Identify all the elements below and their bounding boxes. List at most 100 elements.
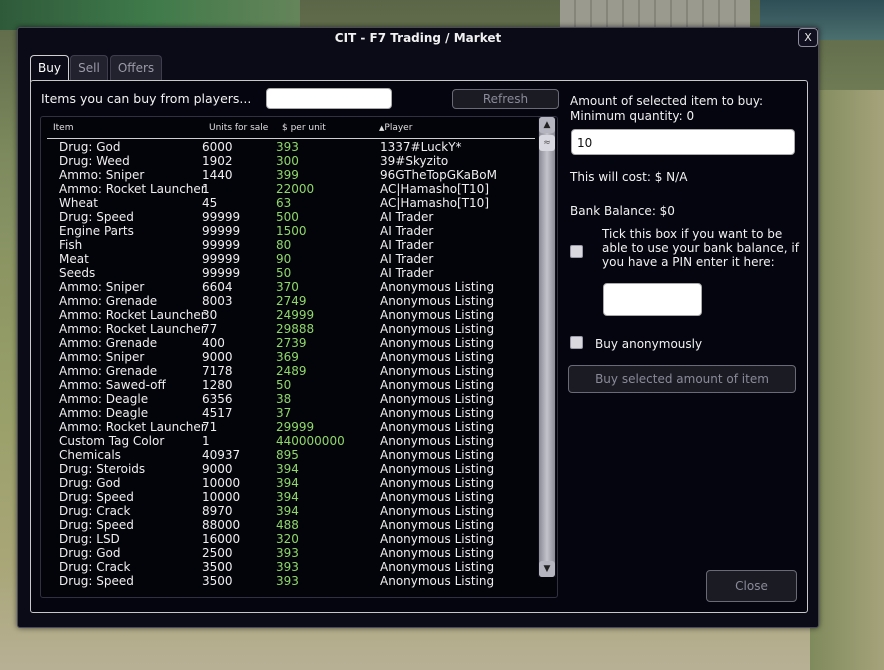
table-row[interactable]: Drug: Speed 88000 488 Anonymous Listing: [41, 518, 541, 532]
table-row[interactable]: Ammo: Rocket Launcher 71 29999 Anonymous Li…: [41, 420, 541, 434]
table-row[interactable]: Drug: Speed 3500 393 Anonymous Listing: [41, 574, 541, 588]
cell-item: Drug: Crack: [59, 504, 131, 518]
cell-units: 10000: [202, 476, 241, 490]
list-scrollbar[interactable]: ▲ ≈ ▼: [538, 117, 556, 577]
column-header-price[interactable]: $ per unit: [282, 123, 326, 133]
amount-label: Amount of selected item to buy:: [570, 94, 764, 108]
cell-units: 10000: [202, 490, 241, 504]
scroll-up-icon[interactable]: ▲: [539, 117, 555, 133]
table-row[interactable]: Ammo: Grenade 400 2739 Anonymous Listing: [41, 336, 541, 350]
table-row[interactable]: Wheat 45 63 AC|Hamasho[T10]: [41, 196, 541, 210]
table-rows: Drug: God 6000 393 1337#LuckY* Drug: Weed 190…: [41, 140, 541, 588]
scroll-down-icon[interactable]: ▼: [539, 561, 555, 577]
table-row[interactable]: Engine Parts 99999 1500 AI Trader: [41, 224, 541, 238]
cell-item: Ammo: Sniper: [59, 280, 145, 294]
cell-price: 22000: [276, 182, 315, 196]
cell-units: 40937: [202, 448, 241, 462]
close-button[interactable]: Close: [706, 570, 797, 602]
cell-units: 1: [202, 182, 210, 196]
cell-item: Ammo: Deagle: [59, 406, 149, 420]
column-header-units[interactable]: Units for sale: [209, 123, 268, 133]
table-row[interactable]: Ammo: Grenade 8003 2749 Anonymous Listing: [41, 294, 541, 308]
table-row[interactable]: Drug: Speed 10000 394 Anonymous Listing: [41, 490, 541, 504]
cell-item: Drug: Speed: [59, 210, 134, 224]
cell-player: Anonymous Listing: [380, 546, 495, 560]
cell-player: AI Trader: [380, 238, 434, 252]
cell-player: AI Trader: [380, 252, 434, 266]
table-row[interactable]: Ammo: Sniper 6604 370 Anonymous Listing: [41, 280, 541, 294]
table-row[interactable]: Ammo: Deagle 6356 38 Anonymous Listing: [41, 392, 541, 406]
cell-item: Ammo: Rocket Launcher H: [59, 322, 209, 336]
column-header-item[interactable]: Item: [53, 123, 74, 133]
cell-price: 394: [276, 462, 299, 476]
cell-units: 99999: [202, 224, 241, 238]
cell-player: Anonymous Listing: [380, 448, 495, 462]
cell-player: Anonymous Listing: [380, 364, 495, 378]
cell-price: 90: [276, 252, 292, 266]
tab-sell[interactable]: Sell: [70, 55, 108, 80]
cell-player: Anonymous Listing: [380, 280, 495, 294]
table-row[interactable]: Ammo: Grenade 7178 2489 Anonymous Listing: [41, 364, 541, 378]
refresh-button[interactable]: Refresh: [452, 89, 559, 109]
table-row[interactable]: Drug: God 2500 393 Anonymous Listing: [41, 546, 541, 560]
cell-player: AI Trader: [380, 224, 434, 238]
table-row[interactable]: Ammo: Sawed-off 1280 50 Anonymous Listing: [41, 378, 541, 392]
table-row[interactable]: Drug: Crack 8970 394 Anonymous Listing: [41, 504, 541, 518]
cell-item: Wheat: [59, 196, 98, 210]
header-divider: [47, 138, 535, 139]
cell-item: Ammo: Grenade: [59, 364, 158, 378]
tab-buy[interactable]: Buy: [30, 55, 69, 82]
cell-price: 394: [276, 476, 299, 490]
table-row[interactable]: Chemicals 40937 895 Anonymous Listing: [41, 448, 541, 462]
background-shore: [810, 90, 884, 670]
cell-player: Anonymous Listing: [380, 490, 495, 504]
table-row[interactable]: Seeds 99999 50 AI Trader: [41, 266, 541, 280]
cell-units: 99999: [202, 266, 241, 280]
table-row[interactable]: Drug: Weed 1902 300 39#Skyzito: [41, 154, 541, 168]
table-row[interactable]: Ammo: Rocket Launcher 1 22000 AC|Hamasho[T1…: [41, 182, 541, 196]
table-row[interactable]: Meat 99999 90 AI Trader: [41, 252, 541, 266]
cell-item: Drug: God: [59, 140, 121, 154]
table-row[interactable]: Custom Tag Color 1 440000000 Anonymous List…: [41, 434, 541, 448]
cell-player: Anonymous Listing: [380, 308, 495, 322]
cell-item: Ammo: Grenade: [59, 294, 158, 308]
tab-offers[interactable]: Offers: [110, 55, 162, 80]
cell-price: 440000000: [276, 434, 345, 448]
background-dock: [560, 0, 750, 28]
cell-item: Drug: Speed: [59, 490, 134, 504]
market-window: CIT - F7 Trading / Market X Buy Sell Off…: [17, 27, 819, 628]
table-row[interactable]: Drug: LSD 16000 320 Anonymous Listing: [41, 532, 541, 546]
scrollbar-thumb[interactable]: ≈: [539, 135, 555, 151]
cell-units: 1440: [202, 168, 233, 182]
table-row[interactable]: Drug: Speed 99999 500 AI Trader: [41, 210, 541, 224]
buy-anonymously-checkbox[interactable]: [570, 336, 583, 349]
table-row[interactable]: Drug: God 6000 393 1337#LuckY*: [41, 140, 541, 154]
cell-item: Ammo: Grenade: [59, 336, 158, 350]
table-row[interactable]: Ammo: Deagle 4517 37 Anonymous Listing: [41, 406, 541, 420]
table-row[interactable]: Ammo: Sniper 9000 369 Anonymous Listing: [41, 350, 541, 364]
table-row[interactable]: Drug: Crack 3500 393 Anonymous Listing: [41, 560, 541, 574]
search-input[interactable]: [266, 88, 392, 109]
close-icon[interactable]: X: [798, 28, 818, 47]
cell-player: Anonymous Listing: [380, 434, 495, 448]
scrollbar-track[interactable]: [539, 117, 555, 577]
cell-player: Anonymous Listing: [380, 294, 495, 308]
amount-input[interactable]: 10: [571, 129, 795, 155]
table-row[interactable]: Drug: God 10000 394 Anonymous Listing: [41, 476, 541, 490]
use-bank-balance-checkbox[interactable]: [570, 245, 583, 258]
table-row[interactable]: Drug: Steroids 9000 394 Anonymous Listing: [41, 462, 541, 476]
cell-player: Anonymous Listing: [380, 392, 495, 406]
table-row[interactable]: Ammo: Rocket Launcher H 77 29888 Anonymous …: [41, 322, 541, 336]
search-label: Items you can buy from players...: [41, 91, 252, 106]
table-row[interactable]: Ammo: Sniper 1440 399 96GTheTopGKaBoM: [41, 168, 541, 182]
table-row[interactable]: Ammo: Rocket Launcher 30 24999 Anonymous Li…: [41, 308, 541, 322]
table-row[interactable]: Fish 99999 80 AI Trader: [41, 238, 541, 252]
column-header-player[interactable]: ▲Player: [379, 123, 412, 133]
buy-selected-button[interactable]: Buy selected amount of item: [568, 365, 796, 393]
listings-table[interactable]: Item Units for sale $ per unit ▲Player D…: [40, 116, 558, 598]
cell-player: Anonymous Listing: [380, 476, 495, 490]
cell-price: 394: [276, 504, 299, 518]
cell-price: 393: [276, 574, 299, 588]
pin-input[interactable]: [603, 283, 702, 316]
cell-units: 77: [202, 322, 218, 336]
